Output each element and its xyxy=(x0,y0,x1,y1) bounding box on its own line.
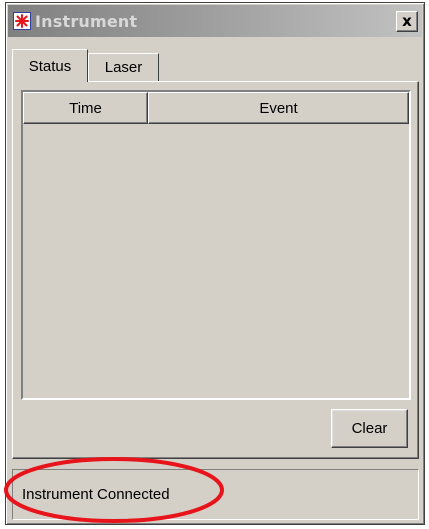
title-bar[interactable]: Instrument x xyxy=(8,5,422,37)
table-header: Time Event xyxy=(23,92,409,124)
tab-laser[interactable]: Laser xyxy=(88,53,159,81)
tab-laser-label: Laser xyxy=(104,59,143,76)
column-header-event[interactable]: Event xyxy=(148,92,409,124)
status-bar: Instrument Connected xyxy=(12,469,419,520)
tab-status-label: Status xyxy=(28,57,72,75)
close-icon: x xyxy=(402,12,412,30)
status-text: Instrument Connected xyxy=(22,486,170,503)
column-header-time[interactable]: Time xyxy=(23,92,148,124)
tab-status[interactable]: Status xyxy=(12,49,88,82)
table-body[interactable] xyxy=(23,124,409,396)
status-tab-page: Time Event Clear xyxy=(12,81,419,459)
close-button[interactable]: x xyxy=(396,11,418,32)
column-header-time-label: Time xyxy=(69,99,102,117)
clear-button[interactable]: Clear xyxy=(331,409,408,448)
window-title: Instrument xyxy=(35,11,138,31)
instrument-window: Instrument x Status Laser Time Event Cle… xyxy=(5,2,425,525)
laser-star-icon xyxy=(13,12,31,30)
clear-button-label: Clear xyxy=(351,420,388,437)
column-header-event-label: Event xyxy=(259,99,298,117)
event-table: Time Event xyxy=(21,90,411,400)
